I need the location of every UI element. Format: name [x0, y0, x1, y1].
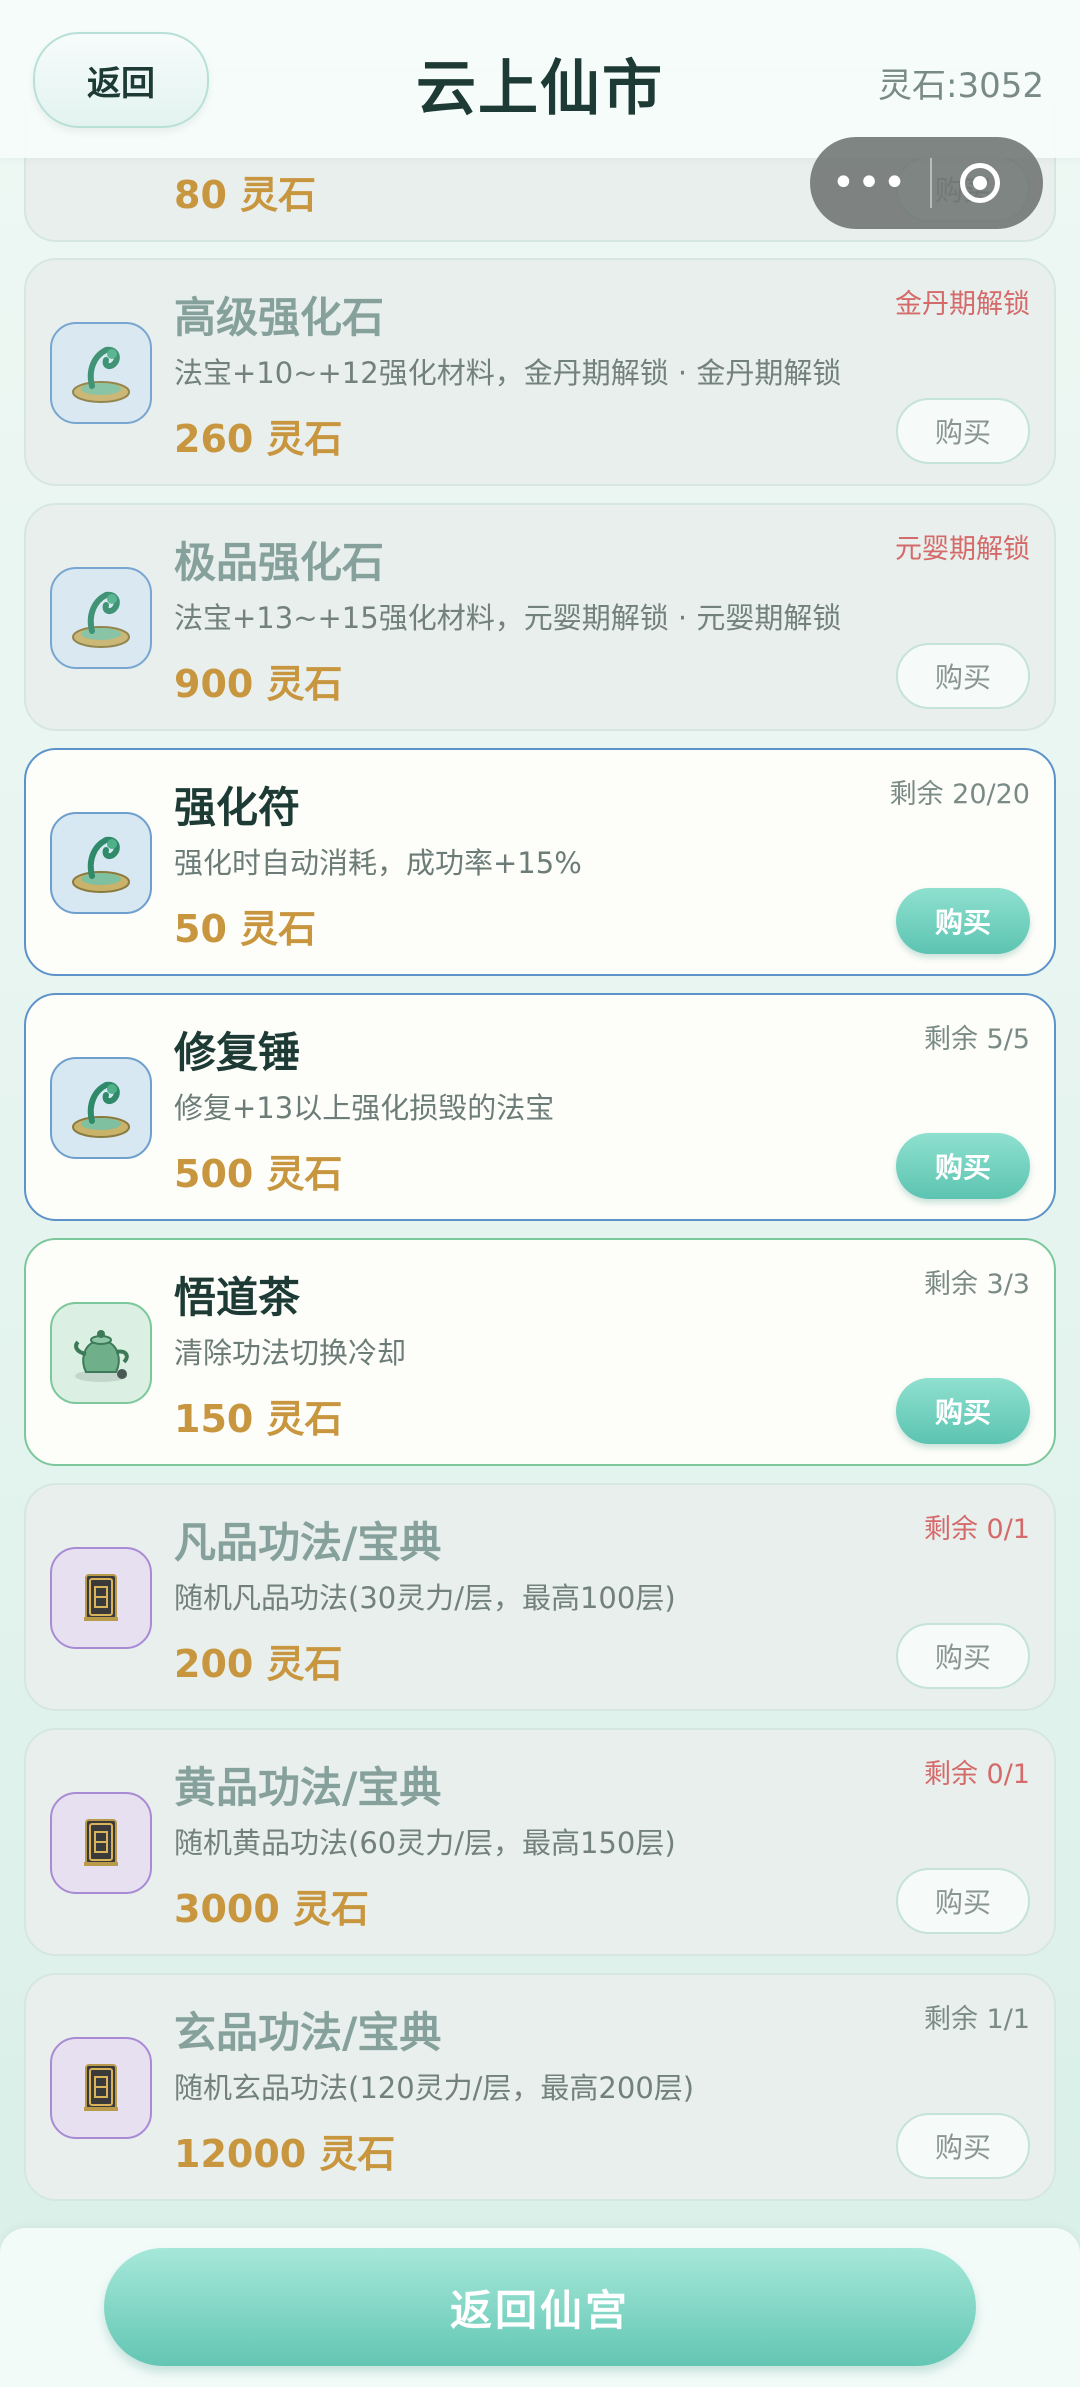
remaining-stock: 剩余 5/5 [923, 1024, 1030, 1055]
item-icon-box [50, 812, 152, 914]
refining-stone-icon [72, 836, 130, 893]
item-name: 凡品功法/宝典 [174, 1518, 442, 1567]
item-description: 随机玄品功法(120灵力/层，最高200层) [174, 2071, 695, 2105]
item-price: 500 灵石 [174, 1152, 343, 1196]
item-icon-box [50, 1302, 152, 1404]
shop-item-card: 高级强化石 法宝+10~+12强化材料，金丹期解锁 · 金丹期解锁 260 灵石… [24, 258, 1056, 486]
shop-item-card: 强化符 强化时自动消耗，成功率+15% 50 灵石 剩余 20/20 购买 [24, 748, 1056, 976]
shop-item-card: 悟道茶 清除功法切换冷却 150 灵石 剩余 3/3 购买 [24, 1238, 1056, 1466]
item-name: 玄品功法/宝典 [174, 2008, 442, 2057]
buy-button[interactable]: 购买 [896, 1133, 1030, 1199]
buy-button[interactable]: 购买 [896, 2113, 1030, 2179]
item-description: 法宝+13~+15强化材料，元婴期解锁 · 元婴期解锁 [174, 601, 842, 635]
buy-button[interactable]: 购买 [896, 398, 1030, 464]
item-icon-box [50, 1792, 152, 1894]
remaining-stock: 剩余 3/3 [923, 1269, 1030, 1300]
item-name: 悟道茶 [174, 1273, 301, 1322]
item-price: 900 灵石 [174, 662, 343, 706]
item-icon-box [50, 322, 152, 424]
shop-item-card: 玄品功法/宝典 随机玄品功法(120灵力/层，最高200层) 12000 灵石 … [24, 1973, 1056, 2201]
item-icon-box [50, 2037, 152, 2139]
item-price: 3000 灵石 [174, 1887, 369, 1931]
refining-stone-icon [72, 1081, 130, 1138]
buy-button[interactable]: 购买 [896, 1623, 1030, 1689]
item-icon-box [50, 1547, 152, 1649]
item-name: 高级强化石 [174, 293, 385, 342]
item-price: 12000 灵石 [174, 2132, 396, 2176]
shop-item-card: 修复锤 修复+13以上强化损毁的法宝 500 灵石 剩余 5/5 购买 [24, 993, 1056, 1221]
shop-item-card: 极品强化石 法宝+13~+15强化材料，元婴期解锁 · 元婴期解锁 900 灵石… [24, 503, 1056, 731]
top-bar: 返回 云上仙市 灵石:3052 [0, 0, 1080, 158]
refining-stone-icon [72, 346, 130, 403]
shop-item-card: 凡品功法/宝典 随机凡品功法(30灵力/层，最高100层) 200 灵石 剩余 … [24, 1483, 1056, 1711]
remaining-stock: 剩余 0/1 [923, 1514, 1030, 1545]
unlock-requirement: 金丹期解锁 [895, 289, 1030, 320]
item-icon-box [50, 1057, 152, 1159]
unlock-requirement: 元婴期解锁 [895, 534, 1030, 565]
item-description: 随机凡品功法(30灵力/层，最高100层) [174, 1581, 676, 1615]
more-menu-icon[interactable]: ••• [810, 137, 930, 229]
item-price: 150 灵石 [174, 1397, 343, 1441]
item-price: 50 灵石 [174, 907, 317, 951]
scripture-book-icon [84, 1574, 118, 1621]
close-miniprogram-icon[interactable] [960, 163, 1000, 203]
remaining-stock: 剩余 0/1 [923, 1759, 1030, 1790]
item-description: 清除功法切换冷却 [174, 1336, 407, 1370]
item-price: 260 灵石 [174, 417, 343, 461]
scripture-book-icon [84, 1819, 118, 1866]
capsule-divider [930, 158, 932, 208]
item-name: 极品强化石 [174, 538, 385, 587]
shop-item-card: 黄品功法/宝典 随机黄品功法(60灵力/层，最高150层) 3000 灵石 剩余… [24, 1728, 1056, 1956]
item-icon-box [50, 567, 152, 669]
scripture-book-icon [84, 2064, 118, 2111]
buy-button[interactable]: 购买 [896, 1868, 1030, 1934]
bottom-bar: 返回仙宫 [0, 2228, 1080, 2387]
remaining-stock: 剩余 20/20 [889, 779, 1030, 810]
teapot-icon [74, 1330, 129, 1382]
item-name: 强化符 [174, 783, 301, 832]
spirit-stone-balance: 灵石:3052 [878, 66, 1044, 106]
return-to-palace-button[interactable]: 返回仙宫 [104, 2248, 976, 2366]
item-description: 修复+13以上强化损毁的法宝 [174, 1091, 555, 1125]
item-price: 80 灵石 [174, 173, 317, 217]
item-name: 修复锤 [174, 1028, 301, 1077]
item-price: 200 灵石 [174, 1642, 343, 1686]
item-name: 黄品功法/宝典 [174, 1763, 442, 1812]
item-description: 随机黄品功法(60灵力/层，最高150层) [174, 1826, 676, 1860]
buy-button[interactable]: 购买 [896, 888, 1030, 954]
item-description: 强化时自动消耗，成功率+15% [174, 846, 582, 880]
refining-stone-icon [72, 591, 130, 648]
buy-button[interactable]: 购买 [896, 1378, 1030, 1444]
remaining-stock: 剩余 1/1 [923, 2004, 1030, 2035]
item-description: 法宝+10~+12强化材料，金丹期解锁 · 金丹期解锁 [174, 356, 842, 390]
miniprogram-capsule: ••• [810, 137, 1043, 229]
buy-button[interactable]: 购买 [896, 643, 1030, 709]
